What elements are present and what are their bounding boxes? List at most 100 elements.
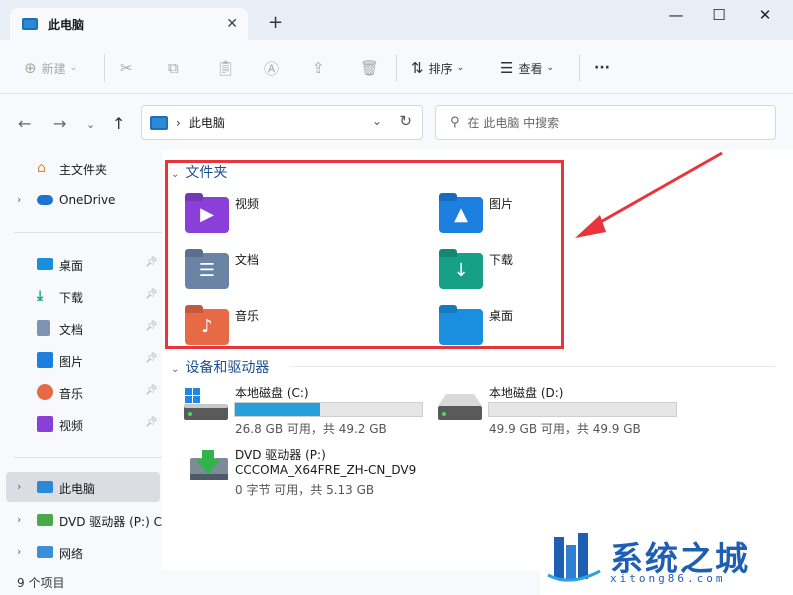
search-icon: ⚲ (450, 115, 460, 130)
sidebar-item-documents[interactable]: 文档 📌︎ (0, 313, 162, 343)
pin-icon[interactable]: 📌︎ (145, 289, 158, 300)
close-button[interactable]: ✕ (750, 6, 780, 28)
delete-button[interactable]: 🗑︎ (360, 58, 384, 78)
sidebar-item-this-pc[interactable]: › 此电脑 (6, 472, 160, 502)
chevron-right-icon[interactable]: › (17, 480, 21, 493)
up-arrow-icon[interactable]: ↑ (112, 114, 125, 133)
copy-button[interactable]: ⧉ (168, 58, 184, 78)
sidebar-item-label: 网络 (59, 547, 84, 561)
share-button[interactable]: ⇪ (312, 58, 330, 78)
pc-icon (37, 481, 53, 493)
refresh-icon[interactable]: ↻ (399, 112, 412, 130)
sidebar-divider (14, 232, 162, 233)
drives-group-header[interactable]: ⌄ 设备和驱动器 (171, 357, 269, 377)
group-title: 设备和驱动器 (185, 360, 270, 376)
address-dropdown-icon[interactable]: ⌄ (372, 114, 382, 128)
breadcrumb-current[interactable]: 此电脑 (189, 114, 225, 131)
network-icon (37, 546, 53, 558)
chevron-down-icon: ⌄ (69, 63, 78, 73)
new-button-label: 新建 (41, 61, 66, 76)
chevron-down-icon: ⌄ (546, 63, 555, 73)
new-button[interactable]: ⊕ 新建 ⌄ (24, 58, 77, 78)
dvd-icon (37, 514, 53, 526)
drive-icon (438, 394, 482, 420)
toolbar-divider (396, 54, 397, 82)
trash-icon: 🗑︎ (360, 59, 380, 77)
sidebar-item-label: 音乐 (59, 387, 84, 401)
pc-icon (22, 18, 38, 30)
drive-usage-bar (234, 402, 423, 417)
sidebar-item-label: OneDrive (59, 193, 116, 207)
sidebar-item-downloads[interactable]: ⤓ 下载 📌︎ (0, 281, 162, 311)
drive-free-space: 26.8 GB 可用，共 49.2 GB (235, 422, 387, 436)
toolbar-divider (579, 54, 580, 82)
chevron-down-icon: ⌄ (171, 364, 180, 375)
pin-icon[interactable]: 📌︎ (145, 353, 158, 364)
sidebar-item-pictures[interactable]: 图片 📌︎ (0, 345, 162, 375)
watermark-url: xitong86.com (610, 572, 726, 585)
sidebar-item-label: 文档 (59, 323, 84, 337)
scissors-icon: ✂ (120, 59, 133, 77)
sidebar-item-network[interactable]: › 网络 (0, 537, 162, 567)
drive-name: DVD 驱动器 (P:) (235, 448, 326, 462)
pin-icon[interactable]: 📌︎ (145, 257, 158, 268)
pin-icon[interactable]: 📌︎ (145, 417, 158, 428)
toolbar-divider (104, 54, 105, 82)
sidebar-item-label: 此电脑 (59, 482, 96, 496)
sort-button[interactable]: ⇅ 排序 ⌄ (411, 58, 464, 78)
sidebar-item-music[interactable]: 音乐 📌︎ (0, 377, 162, 407)
chevron-right-icon[interactable]: › (17, 545, 21, 558)
dvd-drive-icon (190, 450, 228, 480)
sort-button-label: 排序 (428, 61, 453, 76)
new-tab-button[interactable]: + (268, 12, 283, 33)
sidebar-item-desktop[interactable]: 桌面 📌︎ (0, 249, 162, 279)
pin-icon[interactable]: 📌︎ (145, 321, 158, 332)
sidebar-item-videos[interactable]: 视频 📌︎ (0, 409, 162, 439)
sidebar-item-onedrive[interactable]: › OneDrive (0, 185, 162, 215)
minimize-button[interactable]: — (661, 6, 691, 28)
tab-close-button[interactable]: ✕ (226, 16, 238, 32)
download-icon: ⤓ (37, 288, 44, 304)
clipboard-icon: 📋︎ (216, 59, 236, 77)
more-options-button[interactable]: ··· (594, 58, 610, 78)
picture-icon (37, 352, 53, 368)
address-field[interactable]: › 此电脑 ⌄ ↻ (141, 105, 423, 140)
command-bar: ⊕ 新建 ⌄ ✂ ⧉ 📋︎ Ⓐ ⇪ 🗑︎ ⇅ 排序 ⌄ ☰ 查看 ⌄ ··· (0, 40, 793, 94)
sidebar-item-label: 视频 (59, 419, 84, 433)
sidebar-item-home[interactable]: ⌂ 主文件夹 (0, 153, 162, 183)
sidebar-item-label: 图片 (59, 355, 84, 369)
cut-button[interactable]: ✂ (120, 58, 138, 78)
cloud-icon (37, 195, 53, 205)
drive-usage-bar (488, 402, 677, 417)
view-button[interactable]: ☰ 查看 ⌄ (500, 58, 554, 78)
drive-volume-label: CCCOMA_X64FRE_ZH-CN_DV9 (235, 463, 417, 477)
sidebar-item-dvd-drive[interactable]: › DVD 驱动器 (P:) C (0, 505, 162, 535)
recent-chevron-icon[interactable]: ⌄ (86, 118, 95, 131)
rename-icon: Ⓐ (264, 59, 280, 78)
copy-icon: ⧉ (168, 59, 179, 77)
sidebar-item-label: 主文件夹 (59, 163, 108, 177)
sort-icon: ⇅ (411, 59, 424, 77)
chevron-right-icon[interactable]: › (17, 193, 21, 206)
document-icon (37, 320, 50, 336)
home-icon: ⌂ (37, 160, 46, 176)
windows-drive-icon (184, 388, 228, 420)
item-count: 9 个项目 (17, 576, 65, 590)
highlight-box (165, 160, 564, 349)
tab-this-pc[interactable]: 此电脑 ✕ (10, 8, 248, 40)
chevron-right-icon[interactable]: › (17, 513, 21, 526)
sidebar-divider (14, 457, 162, 458)
search-input[interactable]: ⚲ 在 此电脑 中搜索 (435, 105, 776, 140)
view-button-label: 查看 (518, 61, 543, 76)
maximize-button[interactable]: ☐ (704, 6, 734, 28)
pc-icon (150, 115, 168, 130)
music-icon (37, 384, 53, 400)
rename-button[interactable]: Ⓐ (264, 58, 284, 78)
tab-title: 此电脑 (48, 17, 85, 32)
forward-arrow-icon[interactable]: → (53, 114, 66, 133)
pin-icon[interactable]: 📌︎ (145, 385, 158, 396)
back-arrow-icon[interactable]: ← (18, 114, 31, 133)
paste-button[interactable]: 📋︎ (216, 58, 240, 78)
video-icon (37, 416, 53, 432)
drive-usage-fill (235, 403, 321, 416)
